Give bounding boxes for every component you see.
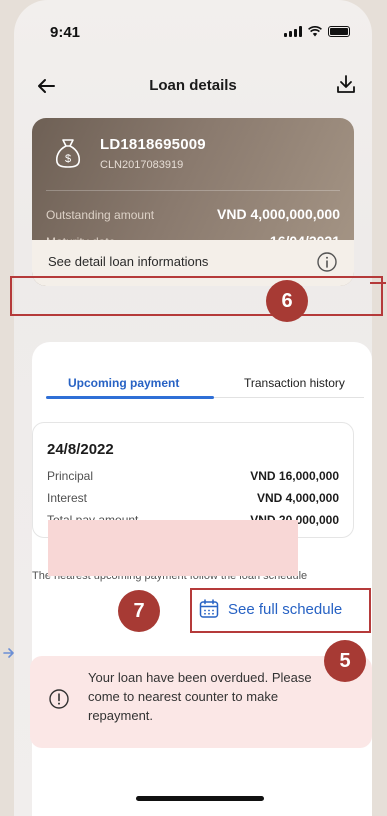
- battery-icon: [328, 26, 350, 37]
- header: Loan details: [14, 68, 372, 104]
- outstanding-label: Outstanding amount: [46, 208, 155, 222]
- money-bag-icon: $: [55, 139, 81, 168]
- home-indicator: [136, 796, 264, 801]
- loan-card: $ LD1818695009 CLN2017083919 Outstanding…: [32, 118, 354, 286]
- tab-divider: [214, 397, 364, 398]
- redaction-overlay: [48, 520, 298, 576]
- annotation-box-6: [10, 276, 383, 316]
- info-icon[interactable]: [316, 251, 338, 273]
- loan-id: LD1818695009: [100, 136, 206, 153]
- svg-text:$: $: [65, 153, 71, 165]
- card-divider: [46, 190, 340, 191]
- principal-value: VND 16,000,000: [250, 469, 339, 483]
- cln-id: CLN2017083919: [100, 159, 184, 171]
- annotation-badge-5: 5: [324, 640, 366, 682]
- tab-upcoming-payment[interactable]: Upcoming payment: [68, 376, 179, 390]
- interest-label: Interest: [47, 491, 88, 505]
- see-full-schedule-label: See full schedule: [228, 600, 343, 618]
- overdue-alert: Your loan have been overdued. Please com…: [30, 656, 372, 748]
- interest-value: VND 4,000,000: [256, 491, 339, 505]
- side-arrow-icon: [3, 648, 14, 658]
- see-full-schedule-button[interactable]: See full schedule: [198, 598, 342, 620]
- principal-label: Principal: [47, 469, 94, 483]
- outstanding-value: VND 4,000,000,000: [217, 206, 340, 222]
- see-detail-label: See detail loan informations: [48, 254, 209, 269]
- wifi-icon: [308, 26, 322, 37]
- signal-icon: [284, 26, 302, 37]
- annotation-badge-6: 6: [266, 280, 308, 322]
- status-icons: [284, 26, 350, 37]
- warning-icon: [49, 689, 69, 709]
- download-icon[interactable]: [334, 72, 358, 96]
- calendar-icon: [199, 599, 219, 618]
- active-tab-indicator: [46, 396, 214, 399]
- status-bar: 9:41: [14, 0, 372, 60]
- tab-transaction-history[interactable]: Transaction history: [244, 376, 345, 390]
- annotation-badge-7: 7: [118, 590, 160, 632]
- overdue-message: Your loan have been overdued. Please com…: [88, 670, 312, 723]
- annotation-line-6: [370, 282, 386, 284]
- payment-date: 24/8/2022: [47, 441, 114, 458]
- status-time: 9:41: [50, 24, 81, 41]
- page-title: Loan details: [149, 77, 237, 94]
